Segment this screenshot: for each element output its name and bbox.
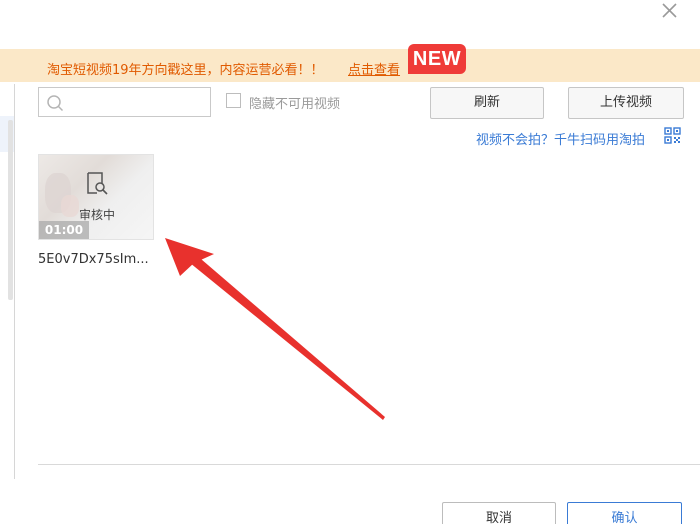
close-icon[interactable] — [658, 0, 680, 22]
qianniu-scan-link[interactable]: 视频不会拍？千牛扫码用淘拍 — [476, 129, 645, 148]
search-input[interactable] — [67, 92, 209, 114]
cancel-button[interactable]: 取消 — [442, 502, 556, 524]
search-icon — [47, 95, 64, 112]
arrow-head — [165, 238, 214, 276]
banner-text: 淘宝短视频19年方向戳这里，内容运营必看！！ — [47, 63, 324, 78]
notice-banner: 淘宝短视频19年方向戳这里，内容运营必看！！ 点击查看 — [0, 49, 700, 82]
video-name: 5E0v7Dx75sIm... — [38, 252, 149, 267]
confirm-button[interactable]: 确认 — [567, 502, 682, 524]
hide-unavailable-checkbox[interactable] — [226, 93, 241, 108]
arrow-shaft — [179, 247, 385, 420]
search-box[interactable] — [38, 87, 211, 117]
upload-video-button[interactable]: 上传视频 — [568, 87, 684, 119]
qr-code-icon[interactable] — [664, 127, 681, 144]
video-duration: 01:00 — [39, 221, 89, 239]
new-badge: NEW — [408, 44, 466, 74]
review-icon — [87, 172, 108, 195]
upload-video-dialog: 淘宝短视频19年方向戳这里，内容运营必看！！ 点击查看 NEW 隐藏不可用视频 … — [0, 0, 700, 524]
refresh-button[interactable]: 刷新 — [430, 87, 544, 119]
hide-unavailable-label: 隐藏不可用视频 — [249, 97, 341, 112]
footer-divider — [38, 464, 700, 465]
sidebar-scrollbar[interactable] — [8, 120, 13, 300]
video-card[interactable]: 审核中 01:00 — [38, 154, 154, 240]
banner-view-link[interactable]: 点击查看 — [348, 59, 400, 78]
